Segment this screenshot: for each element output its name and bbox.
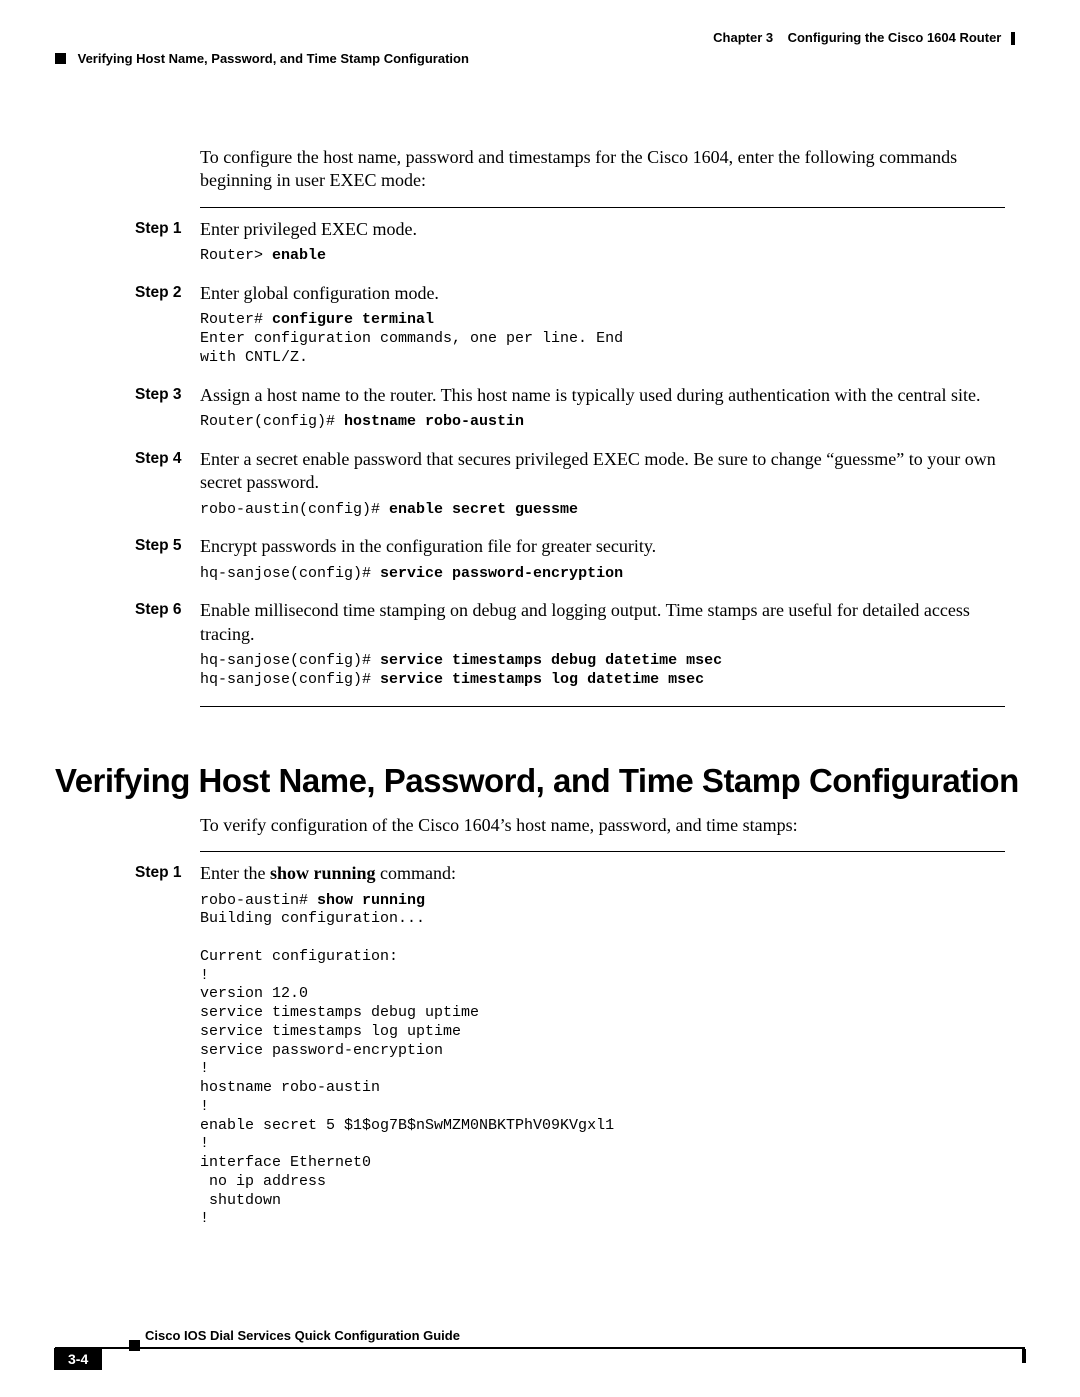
- divider: [200, 706, 1005, 707]
- code-block: Router> enable: [200, 247, 1005, 266]
- square-bullet-icon: [55, 53, 66, 64]
- code-block: Router# configure terminal Enter configu…: [200, 311, 1005, 367]
- page-footer: Cisco IOS Dial Services Quick Configurat…: [55, 1328, 1025, 1371]
- step-label: Step 6: [135, 599, 200, 689]
- step-label: Step 5: [135, 535, 200, 583]
- step-label: Step 1: [135, 862, 200, 1229]
- header-subline: Verifying Host Name, Password, and Time …: [55, 51, 1025, 66]
- steps-block-2: Step 1 Enter the show running command: r…: [135, 862, 1005, 1229]
- step-row: Step 1 Enter privileged EXEC mode. Route…: [135, 218, 1005, 266]
- chapter-label: Chapter 3: [713, 30, 773, 45]
- step-body: Enter privileged EXEC mode. Router> enab…: [200, 218, 1005, 266]
- header-top-line: Chapter 3 Configuring the Cisco 1604 Rou…: [55, 30, 1025, 45]
- step-label: Step 2: [135, 282, 200, 368]
- intro-paragraph: To configure the host name, password and…: [200, 146, 1005, 193]
- step-body: Assign a host name to the router. This h…: [200, 384, 1005, 432]
- divider: [200, 207, 1005, 208]
- step-row: Step 3 Assign a host name to the router.…: [135, 384, 1005, 432]
- step-row: Step 2 Enter global configuration mode. …: [135, 282, 1005, 368]
- footer-bar-icon: [1022, 1349, 1026, 1363]
- step-text: Enable millisecond time stamping on debu…: [200, 599, 1005, 646]
- code-block: hq-sanjose(config)# service password-enc…: [200, 565, 1005, 584]
- step-text: Enter privileged EXEC mode.: [200, 218, 1005, 241]
- step-row: Step 1 Enter the show running command: r…: [135, 862, 1005, 1229]
- step-label: Step 1: [135, 218, 200, 266]
- section-heading: Verifying Host Name, Password, and Time …: [55, 762, 1025, 800]
- step-body: Enter a secret enable password that secu…: [200, 448, 1005, 520]
- step-text: Assign a host name to the router. This h…: [200, 384, 1005, 407]
- page-header: Chapter 3 Configuring the Cisco 1604 Rou…: [55, 30, 1025, 66]
- step-label: Step 4: [135, 448, 200, 520]
- chapter-title: Configuring the Cisco 1604 Router: [788, 30, 1002, 45]
- code-block: robo-austin(config)# enable secret guess…: [200, 501, 1005, 520]
- step-body: Enter global configuration mode. Router#…: [200, 282, 1005, 368]
- step-row: Step 4 Enter a secret enable password th…: [135, 448, 1005, 520]
- breadcrumb-section: Verifying Host Name, Password, and Time …: [78, 51, 469, 66]
- page-number: 3-4: [54, 1348, 102, 1370]
- code-block: Router(config)# hostname robo-austin: [200, 413, 1005, 432]
- step-text: Encrypt passwords in the configuration f…: [200, 535, 1005, 558]
- step-text: Enter global configuration mode.: [200, 282, 1005, 305]
- step-text: Enter a secret enable password that secu…: [200, 448, 1005, 495]
- footer-guide-title: Cisco IOS Dial Services Quick Configurat…: [145, 1328, 1025, 1343]
- step-body: Encrypt passwords in the configuration f…: [200, 535, 1005, 583]
- footer-rule: 3-4: [55, 1347, 1025, 1371]
- verify-paragraph: To verify configuration of the Cisco 160…: [200, 814, 1005, 837]
- steps-block-1: Step 1 Enter privileged EXEC mode. Route…: [135, 218, 1005, 690]
- square-bullet-icon: [129, 1340, 140, 1351]
- step-body: Enable millisecond time stamping on debu…: [200, 599, 1005, 689]
- divider: [200, 851, 1005, 852]
- step-row: Step 6 Enable millisecond time stamping …: [135, 599, 1005, 689]
- step-body: Enter the show running command: robo-aus…: [200, 862, 1005, 1229]
- code-block: hq-sanjose(config)# service timestamps d…: [200, 652, 1005, 690]
- step-label: Step 3: [135, 384, 200, 432]
- code-block: robo-austin# show running Building confi…: [200, 892, 1005, 1230]
- step-text: Enter the show running command:: [200, 862, 1005, 885]
- header-bar-icon: [1011, 32, 1015, 45]
- step-row: Step 5 Encrypt passwords in the configur…: [135, 535, 1005, 583]
- page: Chapter 3 Configuring the Cisco 1604 Rou…: [0, 0, 1080, 1397]
